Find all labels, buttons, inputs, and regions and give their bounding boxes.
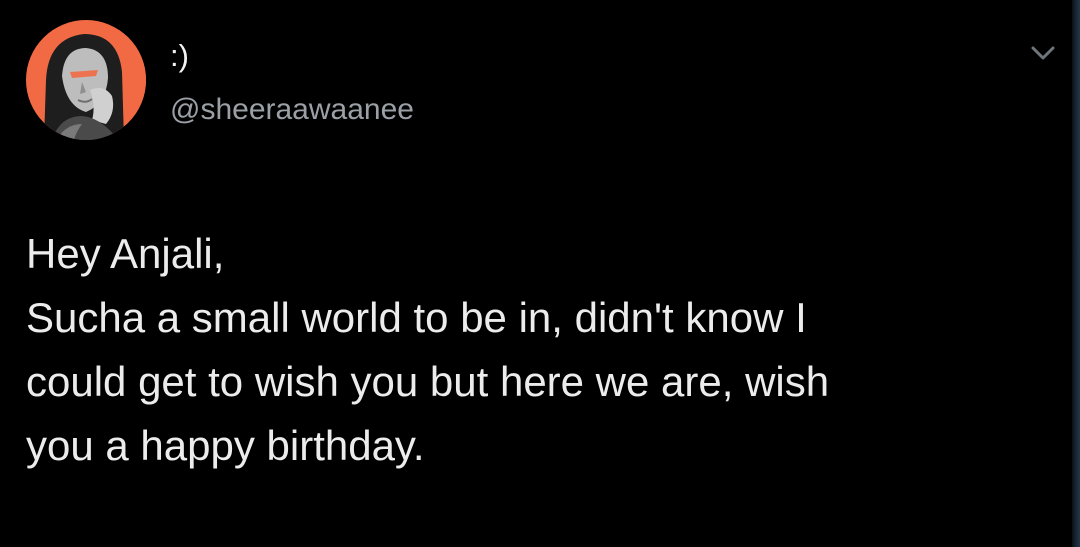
chevron-down-icon <box>1026 38 1060 68</box>
window-edge <box>1072 0 1080 547</box>
tweet-text-line: Sucha a small world to be in, didn't kno… <box>26 294 807 341</box>
author-avatar[interactable] <box>26 20 146 140</box>
tweet-text-line: could get to wish you but here we are, w… <box>26 358 830 405</box>
avatar-image <box>26 20 146 140</box>
author-display-name[interactable]: :) <box>170 36 189 76</box>
author-handle[interactable]: @sheeraawaanee <box>170 90 414 130</box>
tweet-text-line: Hey Anjali, <box>26 230 225 277</box>
tweet-text: Hey Anjali, Sucha a small world to be in… <box>26 222 1026 478</box>
tweet-menu-button[interactable] <box>1026 38 1060 68</box>
tweet-card: :) @sheeraawaanee Hey Anjali, Sucha a sm… <box>0 0 1080 547</box>
tweet-text-line: you a happy birthday. <box>26 422 425 469</box>
